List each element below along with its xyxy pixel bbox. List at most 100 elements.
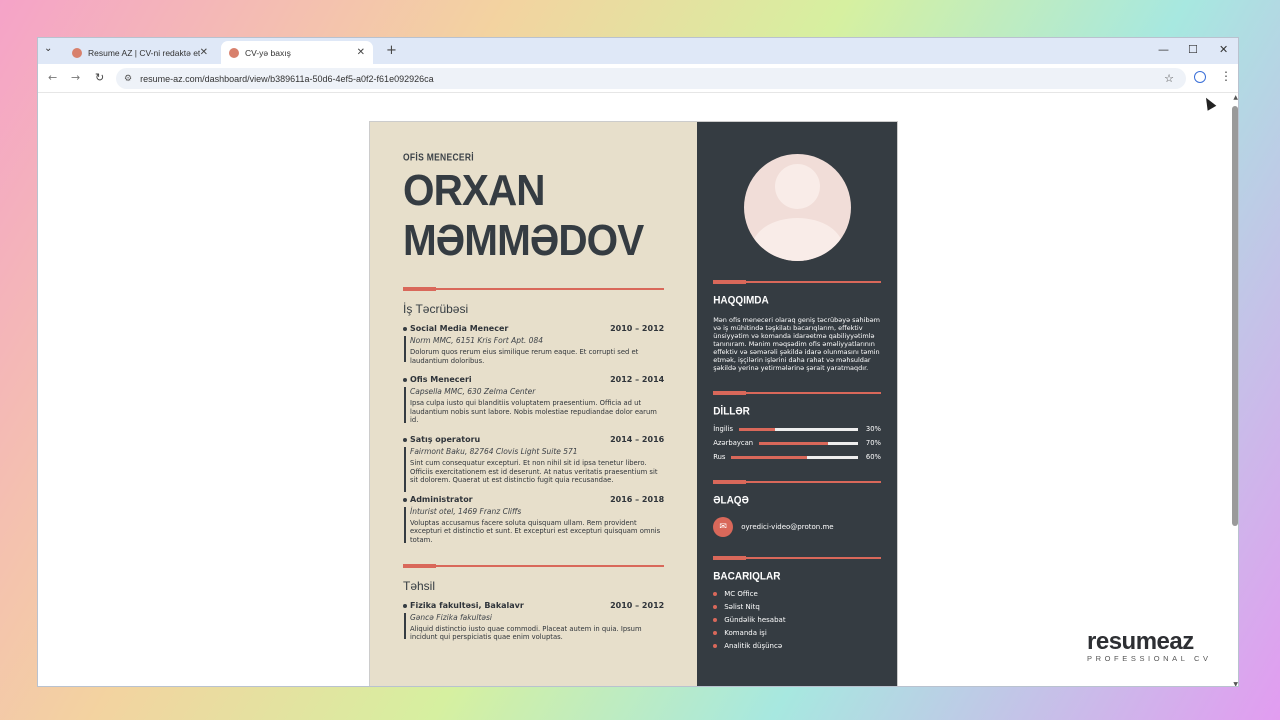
job-title: Administrator: [410, 494, 473, 504]
language-pct: 60%: [865, 453, 881, 461]
close-icon[interactable]: ✕: [200, 47, 208, 58]
cv-main-column: OFİS MENECERİ ORXAN MƏMMƏDOV İş Təcrübəs…: [370, 122, 698, 686]
browser-window: ⌄ Resume AZ | CV-ni redaktə et ✕ CV-yə b…: [37, 37, 1239, 687]
tab-preview[interactable]: CV-yə baxış ✕: [221, 41, 373, 64]
favicon-icon: [72, 47, 82, 58]
job-entry: Ofis Meneceri 2012 – 2014 Capsella MMC, 6…: [403, 375, 664, 425]
job-org: Fairmont Baku, 82764 Clovis Light Suite …: [410, 446, 578, 456]
job-desc: Ipsa culpa iusto qui blanditiis voluptat…: [410, 399, 657, 425]
education-org: Gəncə Fizika fakultəsi: [410, 612, 493, 622]
languages-title: DİLLƏR: [713, 405, 750, 418]
bullet: [403, 378, 407, 383]
section-divider: [713, 556, 881, 560]
language-pct: 30%: [865, 425, 881, 433]
reload-icon[interactable]: ↻: [95, 71, 104, 84]
language-fill: [739, 427, 775, 431]
education-years: 2010 – 2012: [610, 600, 665, 610]
url-text[interactable]: resume-az.com/dashboard/view/b389611a-50…: [140, 74, 434, 84]
bookmark-star-icon[interactable]: ☆: [1164, 72, 1174, 85]
skill-item: Analitik düşüncə: [713, 642, 881, 650]
education-entry: Fizika fakultəsi, Bakalavr 2010 – 2012 Gə…: [403, 601, 664, 642]
education-desc: Aliquid distinctio iusto quae commodi. P…: [410, 624, 642, 642]
language-fill: [759, 441, 829, 445]
language-row: Rus 60%: [713, 453, 881, 461]
job-entry: Administrator 2016 – 2018 İnturist otel, …: [403, 495, 664, 545]
timeline-line: [404, 446, 406, 492]
education-title: Təhsil: [403, 578, 436, 593]
logo-word-az: az: [1169, 628, 1194, 655]
skills-title: BACARIQLAR: [713, 570, 781, 583]
job-years: 2016 – 2018: [610, 494, 665, 504]
job-years: 2010 – 2012: [610, 324, 665, 333]
maximize-icon[interactable]: ☐: [1188, 43, 1198, 56]
bullet: [403, 603, 407, 608]
address-bar: ← → ↻ ⚙ resume-az.com/dashboard/view/b38…: [38, 64, 1238, 93]
url-field[interactable]: ⚙ resume-az.com/dashboard/view/b389611a-…: [116, 68, 1186, 89]
cv-first-name: ORXAN: [403, 166, 546, 215]
language-bar: [759, 441, 858, 445]
language-pct: 70%: [865, 439, 881, 447]
skill-item: Gündəlik hesabat: [713, 616, 881, 624]
job-desc: Voluptas accusamus facere soluta quisqua…: [410, 518, 661, 544]
profile-icon[interactable]: [1194, 71, 1206, 83]
minimize-icon[interactable]: —: [1158, 43, 1169, 56]
job-entry: Satış operatoru 2014 – 2016 Fairmont Baku…: [403, 434, 665, 492]
contact-row: ✉ oyredici-video@proton.me: [713, 517, 881, 537]
close-window-icon[interactable]: ✕: [1219, 43, 1228, 56]
job-org: Capsella MMC, 630 Zelma Center: [410, 387, 536, 397]
experience-title: İş Təcrübəsi: [403, 302, 469, 316]
section-divider: [403, 563, 665, 568]
section-divider: [713, 480, 881, 484]
about-title: HAQQIMDA: [713, 294, 769, 307]
scrollbar[interactable]: [1232, 102, 1238, 678]
tab-editor[interactable]: Resume AZ | CV-ni redaktə et ✕: [64, 41, 216, 64]
language-bar: [739, 427, 858, 431]
timeline-line: [404, 387, 406, 424]
section-divider: [713, 391, 881, 395]
language-name: İngilis: [713, 425, 734, 433]
job-years: 2014 – 2016: [610, 434, 665, 444]
skill-item: MC Office: [713, 590, 881, 598]
about-text: Mən ofis meneceri olaraq geniş təcrübəyə…: [713, 316, 880, 372]
back-icon[interactable]: ←: [48, 71, 57, 84]
skill-item: Səlist Nitq: [713, 603, 881, 611]
job-title: Ofis Meneceri: [410, 375, 472, 385]
avatar-head: [774, 164, 820, 209]
skills-list: MC Office Səlist Nitq Gündəlik hesabat K…: [713, 590, 881, 650]
menu-dots-icon[interactable]: ⋮: [1220, 69, 1232, 83]
cv-role: OFİS MENECERİ: [403, 151, 474, 163]
section-divider: [403, 287, 665, 291]
section-divider: [713, 280, 881, 284]
site-settings-icon[interactable]: ⚙: [124, 74, 132, 84]
timeline-line: [404, 506, 406, 543]
new-tab-icon[interactable]: +: [386, 43, 397, 58]
scroll-down-icon[interactable]: ▼: [1233, 681, 1238, 686]
education-title-text: Fizika fakultəsi, Bakalavr: [410, 600, 524, 610]
contact-email[interactable]: oyredici-video@proton.me: [741, 523, 833, 531]
language-fill: [731, 455, 808, 459]
timeline-line: [404, 336, 406, 362]
contact-title: ƏLAQƏ: [713, 494, 749, 507]
resume-az-logo: resumeaz PROFESSIONAL CV: [1087, 628, 1212, 663]
language-name: Azərbaycan: [713, 439, 754, 447]
bullet: [403, 437, 407, 442]
job-title: Social Media Menecer: [410, 324, 509, 333]
scroll-up-icon[interactable]: ▲: [1233, 94, 1238, 101]
language-bar: [731, 455, 858, 459]
cv-document: OFİS MENECERİ ORXAN MƏMMƏDOV İş Təcrübəs…: [369, 121, 898, 686]
forward-icon[interactable]: →: [71, 71, 80, 84]
job-org: İnturist otel, 1469 Franz Cliffs: [410, 506, 522, 516]
timeline-line: [404, 612, 406, 639]
avatar-body: [751, 218, 843, 261]
scrollbar-thumb[interactable]: [1232, 106, 1238, 526]
language-row: Azərbaycan 70%: [713, 439, 881, 447]
logo-tagline: PROFESSIONAL CV: [1087, 654, 1212, 663]
skill-item: Komanda işi: [713, 629, 881, 637]
close-icon[interactable]: ✕: [357, 47, 365, 58]
cv-sidebar: HAQQIMDA Mən ofis meneceri olaraq geniş …: [697, 122, 897, 686]
bullet: [403, 327, 407, 331]
job-org: Norm MMC, 6151 Kris Fort Apt. 084: [410, 336, 543, 345]
tab-search-icon[interactable]: ⌄: [44, 43, 52, 54]
favicon-icon: [229, 47, 239, 58]
languages-list: İngilis 30% Azərbaycan 70% Rus 60%: [713, 425, 881, 461]
